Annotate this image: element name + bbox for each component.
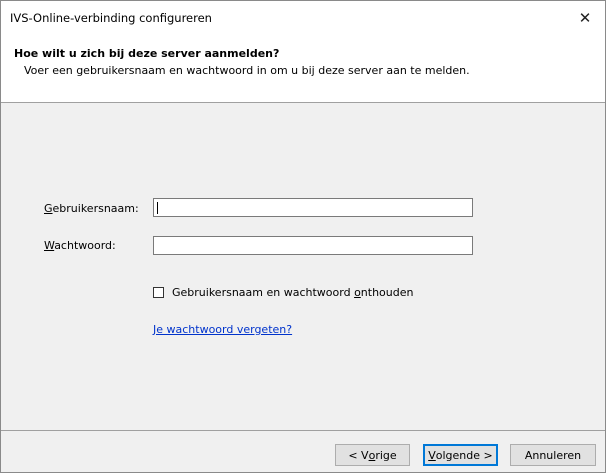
window-title: IVS-Online-verbinding configureren	[10, 11, 212, 25]
back-label-rest: rige	[375, 448, 397, 462]
dialog-window: IVS-Online-verbinding configureren ✕ Hoe…	[0, 0, 606, 473]
wizard-header: Hoe wilt u zich bij deze server aanmelde…	[1, 35, 605, 103]
remember-label-mnemonic: o	[354, 286, 361, 299]
password-field[interactable]	[153, 236, 473, 255]
back-label-mnemonic: o	[368, 448, 376, 462]
button-bar: < Vo rige Volgende > Annuleren	[1, 430, 605, 472]
username-label-text: ebruikersnaam:	[52, 202, 139, 215]
remember-label-part2: nthouden	[360, 286, 414, 299]
next-label-rest: olgende >	[435, 448, 493, 462]
next-button[interactable]: Volgende >	[423, 444, 498, 466]
username-label-mnemonic: G	[44, 202, 53, 215]
page-heading: Hoe wilt u zich bij deze server aanmelde…	[14, 47, 280, 60]
remember-label-part1: Gebruikersnaam en wachtwoord	[172, 286, 355, 299]
page-subheading: Voer een gebruikersnaam en wachtwoord in…	[24, 64, 470, 77]
back-button[interactable]: < Vo rige	[335, 444, 410, 466]
remember-credentials-option[interactable]: Gebruikersnaam en wachtwoord onthouden	[153, 286, 413, 299]
text-caret	[157, 202, 158, 214]
password-input[interactable]	[154, 237, 472, 254]
back-label-prefix: < V	[348, 448, 369, 462]
forgot-password-link[interactable]: Je wachtwoord vergeten?	[153, 323, 292, 336]
wizard-content: Gebruikersnaam: Wachtwoord: Gebruikersna…	[1, 103, 605, 430]
password-label: Wachtwoord:	[44, 239, 116, 252]
remember-label[interactable]: Gebruikersnaam en wachtwoord onthouden	[172, 286, 413, 299]
username-field[interactable]	[153, 198, 473, 217]
close-icon[interactable]: ✕	[565, 1, 605, 35]
title-bar: IVS-Online-verbinding configureren ✕	[1, 1, 605, 35]
username-label: Gebruikersnaam:	[44, 202, 139, 215]
remember-checkbox[interactable]	[153, 287, 164, 298]
password-label-mnemonic: W	[44, 239, 55, 252]
cancel-button[interactable]: Annuleren	[510, 444, 596, 466]
username-input[interactable]	[154, 199, 472, 216]
next-label-mnemonic: V	[428, 448, 436, 462]
password-label-text: achtwoord:	[54, 239, 116, 252]
